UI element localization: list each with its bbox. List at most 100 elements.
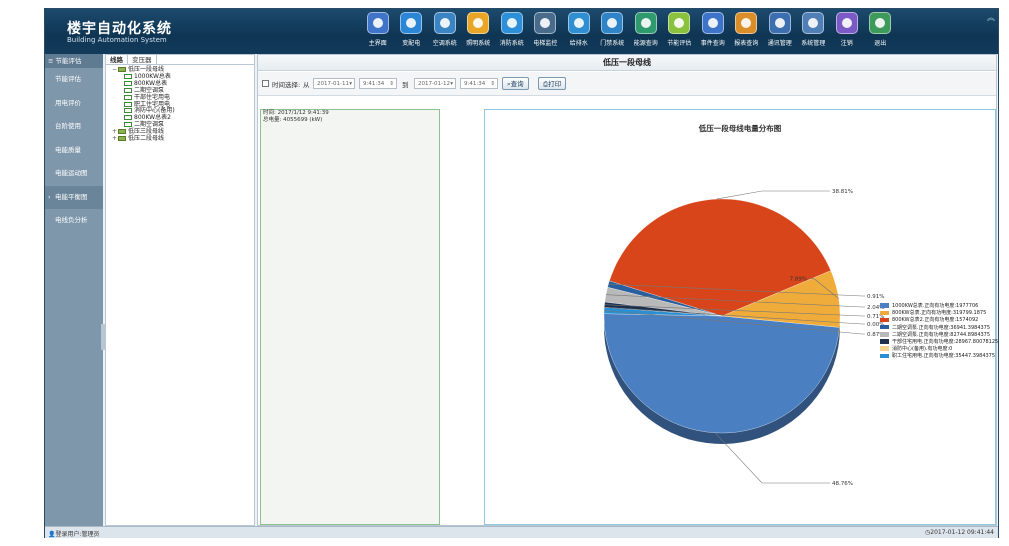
spinner-icon: ⇕ <box>490 81 495 87</box>
query-button[interactable]: ⌕查询 <box>502 77 529 90</box>
water-icon <box>567 12 590 34</box>
status-bar: 👤登录用户:管理员 ◷2017-01-12 09:41:44 <box>45 526 998 538</box>
menu-item-6[interactable]: 给排水 <box>562 12 596 52</box>
legend-entry: 消防中心(备用).有功电度:0 <box>880 345 998 352</box>
sidebar-item[interactable]: 电线负分析 <box>45 209 103 233</box>
print-button[interactable]: ⎙打印 <box>538 77 567 90</box>
device-tree: − 低压一段母线 1000KW总表 800KW总表 二期空调泵 干部住宅用电 职工住宅用电消… <box>106 65 254 143</box>
menu-item-label: 消防系统 <box>499 40 524 47</box>
meter-icon <box>124 115 132 121</box>
chevron-down-icon: ▾ <box>349 81 352 87</box>
to-date-field[interactable]: 2017-01-12 ▾ <box>414 78 456 89</box>
info-panel: 时间: 2017/1/12 9:41:39 总电量: 4055699 (kW) <box>260 109 440 525</box>
menu-item-label: 节能评估 <box>667 40 692 47</box>
menu-item-3[interactable]: 照明系统 <box>462 12 496 52</box>
menu-item-11[interactable]: 报表查询 <box>730 12 764 52</box>
sidebar-item[interactable]: 节能评估 <box>45 68 103 92</box>
menu-item-label: 门禁系统 <box>600 40 625 47</box>
meter-icon <box>124 80 132 86</box>
tree-node[interactable]: + 低压二段母线 <box>112 135 254 143</box>
shield-icon <box>500 12 523 34</box>
menu-item-label: 变配电 <box>402 40 421 47</box>
legend-swatch <box>880 317 889 323</box>
menu-item-15[interactable]: 退出 <box>864 12 898 52</box>
legend-entry: 干部住宅用电.正向有功电度:28967.80078125 <box>880 338 998 345</box>
menu-item-label: 系统管理 <box>801 40 826 47</box>
legend-entry: 800KW总表.正向有功电度:319799.1875 <box>880 309 998 316</box>
menu-item-10[interactable]: 事件查询 <box>696 12 730 52</box>
tab-lines[interactable]: 线路 <box>106 55 128 64</box>
time-select-checkbox[interactable] <box>262 80 269 87</box>
data-label: 0.91% <box>867 294 884 300</box>
menu-item-1[interactable]: 变配电 <box>395 12 429 52</box>
elevator-icon <box>534 12 557 34</box>
collapse-header-icon[interactable]: ︽ <box>987 12 995 23</box>
top-header: 楼宇自动化系统 Building Automation System 主界面 变配… <box>45 9 998 54</box>
legend-swatch <box>880 339 889 344</box>
exit-icon <box>869 12 892 34</box>
sidebar-item[interactable]: 台阶使用 <box>45 115 103 139</box>
legend-label: 二期空调泵.正向有功电度:82744.8984375 <box>892 331 991 338</box>
sidebar-item[interactable]: 电能运动图 <box>45 162 103 186</box>
menu-item-5[interactable]: 电梯监控 <box>529 12 563 52</box>
from-date-field[interactable]: 2017-01-11 ▾ <box>313 78 355 89</box>
to-label: 到 <box>402 81 409 89</box>
menu-icon: ≡ <box>48 57 56 65</box>
tree-node-label: 低压二段母线 <box>128 135 165 143</box>
meter-icon <box>124 73 132 79</box>
menu-item-4[interactable]: 消防系统 <box>495 12 529 52</box>
sidebar-item[interactable]: 用电评价 <box>45 92 103 116</box>
meter-icon <box>124 108 132 114</box>
monitor-icon <box>634 12 657 34</box>
user-icon <box>835 12 858 34</box>
home-icon <box>366 12 389 34</box>
menu-item-9[interactable]: 节能评估 <box>663 12 697 52</box>
menu-item-12[interactable]: 通讯管理 <box>763 12 797 52</box>
legend-entry: 二期空调泵.正向有功电度:82744.8984375 <box>880 331 998 338</box>
tree-tabs: 线路 变压器 <box>106 55 254 65</box>
menu-item-8[interactable]: 能源查询 <box>629 12 663 52</box>
sidebar-item[interactable]: 电能平衡图 <box>45 185 103 209</box>
from-time-field[interactable]: 9:41:34 ⇕ <box>359 78 397 89</box>
query-toolbar: 时间选择: 从 2017-01-11 ▾ 9:41:34 ⇕ 到 2017-01-1… <box>258 72 996 96</box>
tree-panel: 线路 变压器 − 低压一段母线 1000KW总表 800KW总表 二期空调泵 干部住宅用电… <box>105 54 255 526</box>
menu-item-7[interactable]: 门禁系统 <box>596 12 630 52</box>
legend-swatch <box>880 310 889 316</box>
pie-slice[interactable] <box>603 313 840 434</box>
spinner-icon: ⇕ <box>389 81 394 87</box>
leader-line <box>716 190 830 200</box>
menu-item-2[interactable]: 空调系统 <box>428 12 462 52</box>
app-window: 楼宇自动化系统 Building Automation System 主界面 变配… <box>0 0 1009 546</box>
menu-item-0[interactable]: 主界面 <box>361 12 395 52</box>
legend-swatch <box>880 324 889 330</box>
tab-transformer[interactable]: 变压器 <box>128 55 157 64</box>
sidebar-item[interactable]: 电能质量 <box>45 139 103 163</box>
legend-swatch <box>880 346 889 351</box>
legend-swatch <box>880 353 889 359</box>
menu-item-14[interactable]: 注销 <box>830 12 864 52</box>
aircon-icon <box>433 12 456 34</box>
screen-icon <box>701 12 724 34</box>
info-total: 总电量: 4055699 (kW) <box>263 116 323 123</box>
app-subtitle: Building Automation System <box>67 36 167 44</box>
menu-item-label: 主界面 <box>368 40 387 47</box>
legend-entry: 职工住宅用电.正向有功电度:35447.3984375 <box>880 352 998 359</box>
legend-entry: 800KW总表2.正向有功电度:1574092 <box>880 316 998 323</box>
menu-item-label: 照明系统 <box>466 40 491 47</box>
gear-icon <box>802 12 825 34</box>
access-icon <box>601 12 624 34</box>
status-clock: ◷2017-01-12 09:41:44 <box>925 529 994 536</box>
legend-label: 二期空调泵.正向有功电度:36941.3984375 <box>892 324 991 331</box>
menu-item-13[interactable]: 系统管理 <box>797 12 831 52</box>
busbar-icon <box>118 129 126 135</box>
left-sidebar: ≡ 节能评估 节能评估用电评价台阶使用电能质量电能运动图电能平衡图电线负分析 <box>45 54 107 526</box>
communication-icon <box>768 12 791 34</box>
sidebar-title[interactable]: ≡ 节能评估 <box>45 54 103 68</box>
menu-item-label: 给排水 <box>569 40 588 47</box>
menu-item-label: 能源查询 <box>633 40 658 47</box>
data-label: 7.89% <box>790 276 807 282</box>
to-time-field[interactable]: 9:41:34 ⇕ <box>460 78 498 89</box>
busbar-icon <box>118 136 126 142</box>
legend-entry: 1000KW总表.正向有功电度:1977706 <box>880 302 998 309</box>
legend-label: 1000KW总表.正向有功电度:1977706 <box>892 303 979 310</box>
